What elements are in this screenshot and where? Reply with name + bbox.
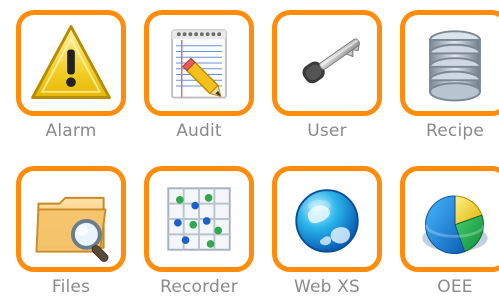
database-icon [429,30,481,102]
audit-button[interactable] [144,10,254,116]
pie-chart-icon [422,195,488,254]
audit-label: Audit [176,121,222,141]
web-xs-label: Web XS [293,277,361,297]
alarm-label: Alarm [45,121,97,141]
recipe-label: Recipe [425,121,485,141]
user-label: User [307,121,347,141]
alarm-button[interactable] [16,10,126,116]
recorder-button[interactable] [144,166,254,272]
notepad-pencil-icon [171,29,227,99]
oee-label: OEE [437,277,473,297]
oee-button[interactable] [400,166,499,272]
files-button[interactable] [16,166,126,272]
folder-search-icon [35,196,109,262]
files-label: Files [51,277,91,297]
recorder-label: Recorder [160,277,238,297]
key-icon [302,38,361,84]
recipe-button[interactable] [400,10,499,116]
user-button[interactable] [272,10,382,116]
web-xs-button[interactable] [272,166,382,272]
globe-icon [295,189,359,253]
warning-icon [31,25,111,99]
scatter-grid-icon [167,187,231,251]
